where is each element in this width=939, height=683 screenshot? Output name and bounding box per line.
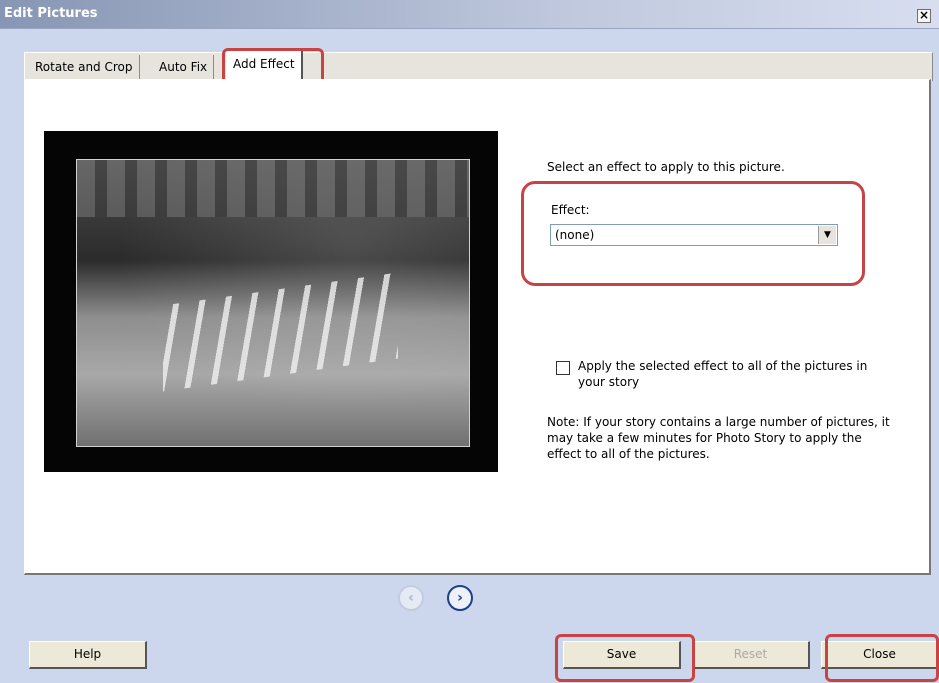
reset-button[interactable]: Reset: [692, 641, 810, 669]
next-picture-button[interactable]: ›: [447, 585, 473, 611]
dropdown-arrow-icon[interactable]: ▼: [818, 226, 836, 244]
tab-strip: Rotate and Crop Auto Fix Add Effect: [24, 51, 933, 81]
effect-dropdown[interactable]: (none) ▼: [550, 224, 838, 246]
instruction-text: Select an effect to apply to this pictur…: [547, 160, 785, 174]
close-icon[interactable]: ×: [917, 9, 931, 23]
picture-preview: [44, 131, 498, 472]
picture-image: [76, 159, 470, 447]
effect-label: Effect:: [551, 203, 590, 217]
help-button[interactable]: Help: [29, 641, 147, 669]
title-bar: Edit Pictures ×: [0, 0, 939, 29]
note-text: Note: If your story contains a large num…: [547, 415, 890, 461]
close-button[interactable]: Close: [821, 641, 939, 669]
tab-add-effect[interactable]: Add Effect: [226, 51, 303, 79]
apply-all-label: Apply the selected effect to all of the …: [578, 359, 868, 389]
apply-all-checkbox[interactable]: [556, 361, 570, 375]
previous-picture-button[interactable]: ‹: [398, 585, 424, 611]
window-title: Edit Pictures: [4, 6, 98, 21]
tab-auto-fix[interactable]: Auto Fix: [153, 55, 215, 79]
tab-rotate-and-crop[interactable]: Rotate and Crop: [29, 55, 140, 79]
effect-dropdown-value: (none): [555, 228, 595, 242]
save-button[interactable]: Save: [563, 641, 681, 669]
